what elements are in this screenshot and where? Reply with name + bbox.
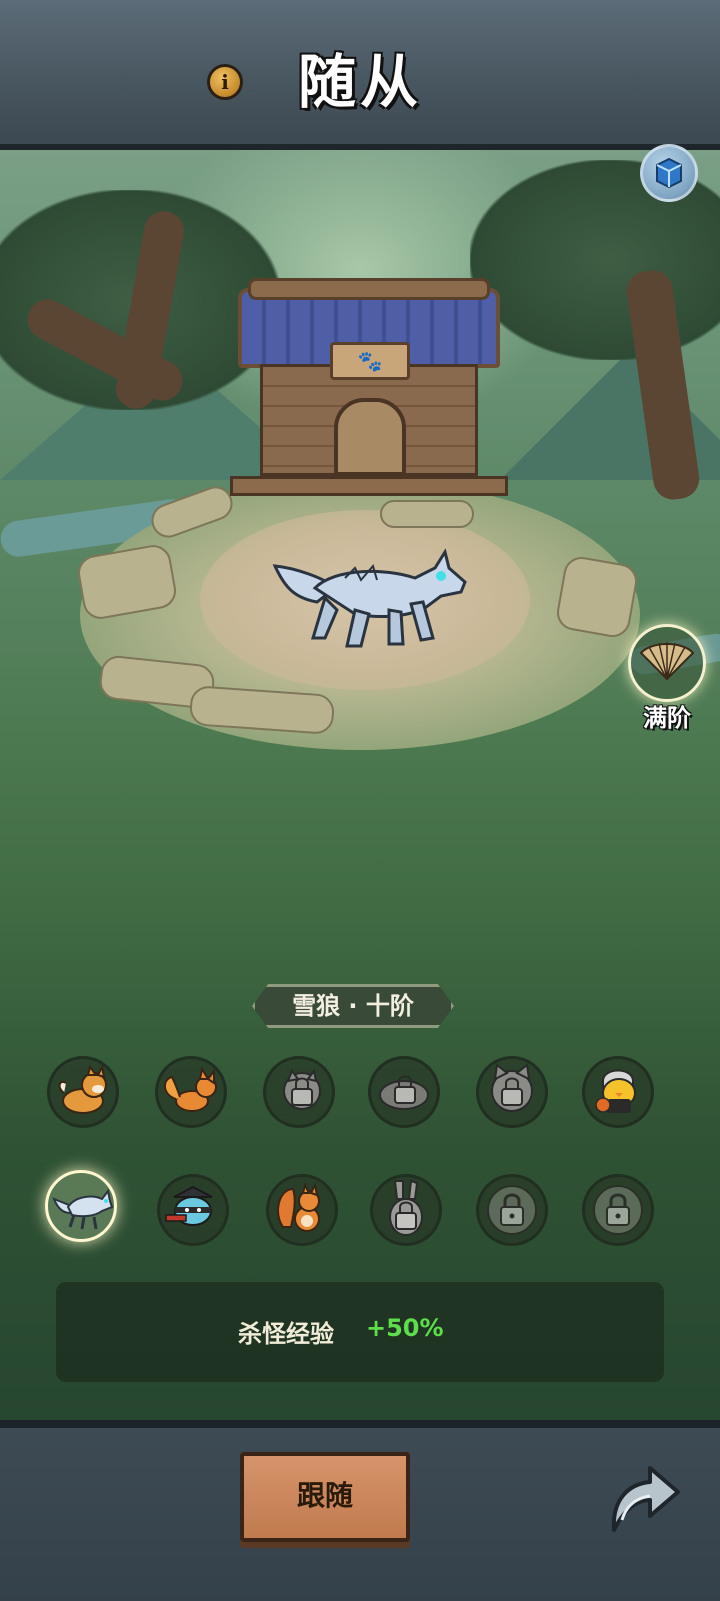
kennel-base [230, 476, 508, 496]
mole-locked-icon [379, 1075, 429, 1110]
fox-icon [164, 1066, 217, 1112]
squirrel-icon [277, 1181, 320, 1232]
stepping-stone [554, 554, 640, 640]
share-arrow-icon[interactable] [604, 1450, 684, 1540]
companion-slot[interactable] [476, 1056, 548, 1128]
snow-wolf-icon [52, 1188, 114, 1230]
bonus-panel [56, 1282, 664, 1382]
raccoon-locked-icon [283, 1068, 321, 1110]
companion-slot[interactable] [155, 1056, 227, 1128]
ninja-panda-icon [165, 1185, 213, 1226]
companion-slot[interactable] [266, 1174, 338, 1246]
folding-fan-icon [628, 624, 706, 702]
rabbit-locked-icon [389, 1179, 423, 1236]
lock-icon [487, 1185, 537, 1235]
header-bar: i 随从 [0, 0, 720, 150]
lock-icon [593, 1185, 643, 1235]
bonus-value: +50% [366, 1314, 444, 1342]
basketball-chick-icon [595, 1069, 636, 1113]
companion-slot[interactable] [157, 1174, 229, 1246]
paw-print-icon: 🐾 [330, 342, 410, 380]
companion-slot[interactable] [582, 1174, 654, 1246]
cube-icon[interactable] [640, 144, 698, 202]
companion-slot[interactable] [370, 1174, 442, 1246]
page-title: 随从 [297, 48, 422, 116]
full-level-label: 满阶 [643, 704, 691, 732]
shiba-dog-icon [58, 1063, 107, 1114]
full-level-badge[interactable]: 满阶 [628, 624, 706, 734]
companion-slot[interactable] [263, 1056, 335, 1128]
kennel: 🐾 [230, 278, 508, 508]
companion-slot[interactable] [47, 1056, 119, 1128]
companion-slot[interactable] [582, 1056, 654, 1128]
snow-wolf-icon [272, 548, 467, 648]
companion-slot[interactable] [476, 1174, 548, 1246]
bonus-label: 杀怪经验 [238, 1320, 334, 1348]
kennel-door [334, 398, 406, 476]
cat-locked-icon [491, 1063, 533, 1112]
kennel-roof-ridge [248, 278, 490, 300]
companion-name-banner: 雪狼 · 十阶 [252, 984, 454, 1028]
info-icon[interactable]: i [207, 64, 243, 100]
companion-screen: i 随从 🐾 满阶 雪狼 · 十阶 杀怪经验 +50% 跟随 [0, 0, 720, 1601]
companion-slot-selected[interactable] [45, 1170, 117, 1242]
follow-button[interactable]: 跟随 [240, 1452, 410, 1542]
companion-slot[interactable] [368, 1056, 440, 1128]
